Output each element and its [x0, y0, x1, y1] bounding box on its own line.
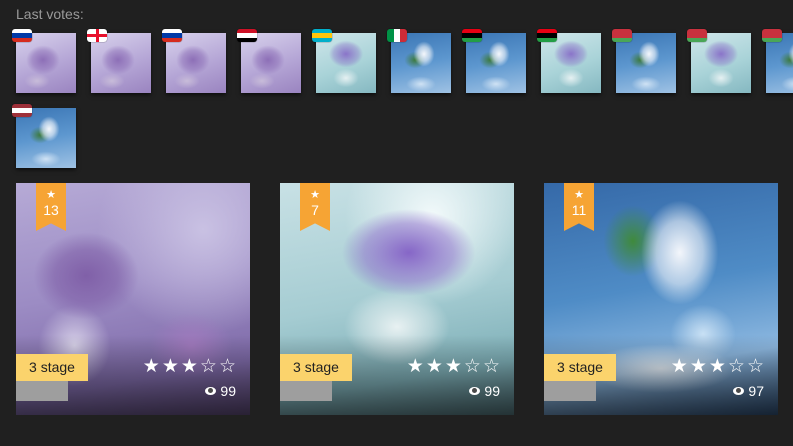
star-filled-icon[interactable]: ★: [143, 357, 160, 377]
views-number: 99: [484, 383, 500, 399]
star-filled-icon[interactable]: ★: [445, 357, 462, 377]
star-filled-icon[interactable]: ★: [407, 357, 424, 377]
star-empty-icon[interactable]: ☆: [728, 357, 745, 377]
rating-stars[interactable]: ★ ★ ★ ☆ ☆: [671, 357, 764, 377]
star-filled-icon[interactable]: ★: [709, 357, 726, 377]
stage-badge: 3 stage: [544, 354, 616, 381]
russia-flag-icon: [162, 29, 182, 42]
vote-thumbnail[interactable]: [462, 29, 526, 93]
star-filled-icon[interactable]: ★: [181, 357, 198, 377]
photo-card[interactable]: ★ 11 3 stage ★ ★ ★ ☆ ☆ 97: [544, 183, 778, 415]
vote-thumbnail[interactable]: [162, 29, 226, 93]
star-icon: ★: [574, 189, 584, 201]
italy-flag-icon: [387, 29, 407, 42]
star-empty-icon[interactable]: ☆: [219, 357, 236, 377]
georgia-flag-icon: [87, 29, 107, 42]
stage-badge: 3 stage: [280, 354, 352, 381]
vote-thumbnail[interactable]: [687, 29, 751, 93]
view-count: 99: [469, 383, 500, 399]
star-icon: ★: [46, 189, 56, 201]
belarus-flag-icon: [687, 29, 707, 42]
libya-flag-icon: [462, 29, 482, 42]
vote-thumbnail[interactable]: [237, 29, 301, 93]
rank-number: 7: [311, 202, 319, 218]
photo-card[interactable]: ★ 13 3 stage ★ ★ ★ ☆ ☆ 99: [16, 183, 250, 415]
rank-number: 11: [571, 202, 587, 218]
kazakhstan-flag-icon: [312, 29, 332, 42]
vote-thumbnail[interactable]: [312, 29, 376, 93]
rating-stars[interactable]: ★ ★ ★ ☆ ☆: [143, 357, 236, 377]
photo-card[interactable]: ★ 7 3 stage ★ ★ ★ ☆ ☆ 99: [280, 183, 514, 415]
star-filled-icon[interactable]: ★: [690, 357, 707, 377]
vote-thumbnail[interactable]: [762, 29, 793, 93]
views-number: 97: [748, 383, 764, 399]
rank-number: 13: [43, 202, 59, 218]
eye-icon: [733, 387, 745, 395]
rating-stars[interactable]: ★ ★ ★ ☆ ☆: [407, 357, 500, 377]
star-empty-icon[interactable]: ☆: [200, 357, 217, 377]
vote-thumbnail[interactable]: [387, 29, 451, 93]
eye-icon: [205, 387, 217, 395]
star-empty-icon[interactable]: ☆: [464, 357, 481, 377]
star-filled-icon[interactable]: ★: [671, 357, 688, 377]
eye-icon: [469, 387, 481, 395]
star-icon: ★: [310, 189, 320, 201]
iraq-flag-icon: [237, 29, 257, 42]
view-count: 99: [205, 383, 236, 399]
russia-flag-icon: [12, 29, 32, 42]
vote-thumbnail[interactable]: [612, 29, 676, 93]
star-empty-icon[interactable]: ☆: [747, 357, 764, 377]
last-votes-label: Last votes:: [16, 6, 84, 22]
libya-flag-icon: [537, 29, 557, 42]
vote-thumbnail[interactable]: [12, 29, 76, 93]
star-filled-icon[interactable]: ★: [162, 357, 179, 377]
vote-thumbnail[interactable]: [12, 104, 76, 168]
belarus-flag-icon: [612, 29, 632, 42]
views-number: 99: [220, 383, 236, 399]
star-empty-icon[interactable]: ☆: [483, 357, 500, 377]
belarus-flag-icon: [762, 29, 782, 42]
stage-badge: 3 stage: [16, 354, 88, 381]
star-filled-icon[interactable]: ★: [426, 357, 443, 377]
vote-thumbnail[interactable]: [537, 29, 601, 93]
vote-thumbnail[interactable]: [87, 29, 151, 93]
view-count: 97: [733, 383, 764, 399]
latvia-flag-icon: [12, 104, 32, 117]
